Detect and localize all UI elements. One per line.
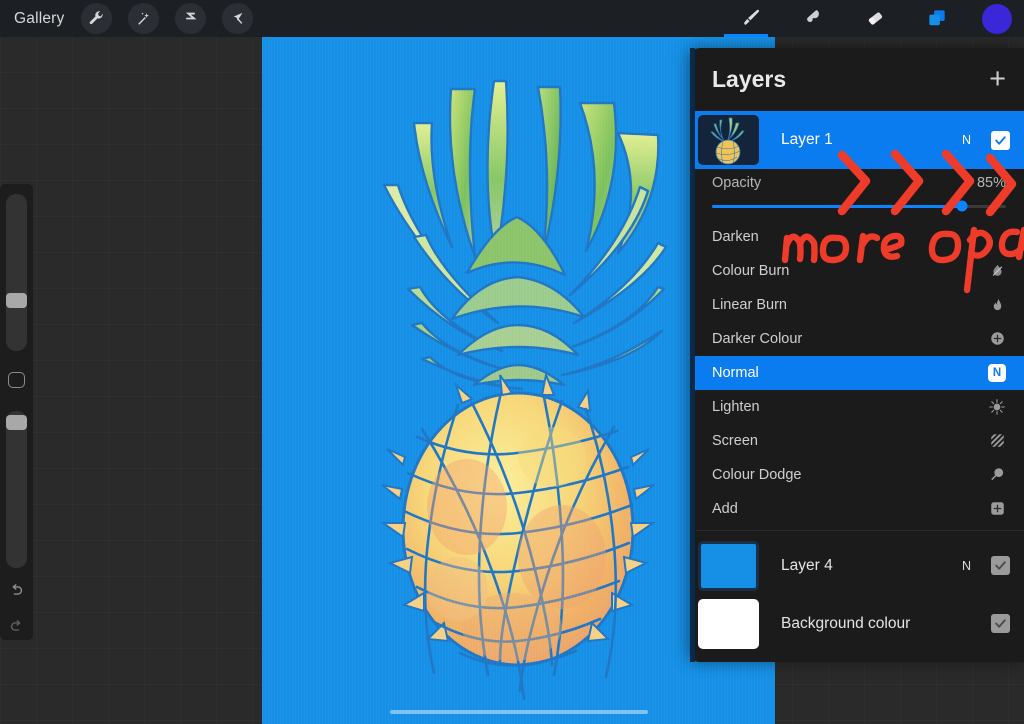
normal-badge-letter: N [988,364,1006,382]
blend-mode-screen[interactable]: Screen [690,424,1024,458]
layer-row-selected[interactable]: Layer 1 N [690,111,1024,169]
blend-mode-darken[interactable]: Darken [690,220,1024,254]
modify-button[interactable] [8,372,25,388]
layer-thumbnail-white[interactable] [698,599,759,649]
layer-blend-badge[interactable]: N [962,559,971,573]
layer-row[interactable]: Layer 4 N [690,537,1024,595]
blend-mode-linear-burn[interactable]: Linear Burn [690,288,1024,322]
layer-thumbnail-pineapple[interactable] [698,115,759,165]
opacity-slider[interactable] [712,205,1006,208]
layer-visibility-checkbox[interactable] [991,614,1010,633]
layer-meta-group: N [962,131,1010,150]
plus-circle-icon [988,330,1006,348]
opacity-value: 85% [977,175,1006,191]
colour-swatch-button[interactable] [982,4,1012,34]
wrench-icon[interactable] [81,3,112,34]
layer-meta-group [991,614,1010,633]
layer-visibility-checkbox[interactable] [991,131,1010,150]
brush-opacity-slider-knob[interactable] [6,415,27,430]
eraser-icon[interactable] [858,4,892,34]
brush-size-slider[interactable] [6,194,27,351]
opacity-header: Opacity 85% [712,175,1006,191]
layers-panel-title: Layers [712,66,786,93]
undo-redo-group [8,582,25,640]
flame-icon [988,296,1006,314]
top-toolbar-left-group: Gallery [0,3,253,34]
blend-mode-lighten[interactable]: Lighten [690,390,1024,424]
blend-mode-label: Add [712,501,738,517]
procreate-app: Gallery [0,0,1024,724]
panel-divider [690,530,1024,531]
paint-tool-active-indicator [724,34,768,37]
brush-opacity-slider[interactable] [6,411,27,568]
layer-visibility-checkbox[interactable] [991,556,1010,575]
left-tool-sidebar [0,184,33,640]
blend-mode-darker-colour[interactable]: Darker Colour [690,322,1024,356]
blend-mode-list: Darken Colour Burn Linear Burn Darker Co… [690,220,1024,526]
opacity-control: Opacity 85% [690,169,1024,208]
layer-name: Background colour [781,615,910,633]
layers-icon[interactable] [920,4,954,34]
sun-icon [988,398,1006,416]
gallery-button[interactable]: Gallery [14,10,65,28]
layer-blend-badge[interactable]: N [962,133,971,147]
home-indicator [390,710,648,714]
opacity-label: Opacity [712,175,761,191]
layers-panel-left-edge [690,48,695,662]
layer-meta-group: N [962,556,1010,575]
other-layers-list: Layer 4 N Background colour [690,537,1024,653]
layer-name: Layer 1 [781,131,833,149]
opacity-slider-fill [712,205,962,208]
magic-wand-icon[interactable] [128,3,159,34]
paintbrush-icon[interactable] [734,0,768,37]
s-curve-icon[interactable] [175,3,206,34]
blend-mode-label: Colour Burn [712,263,789,279]
blend-mode-colour-burn[interactable]: Colour Burn [690,254,1024,288]
blend-mode-label: Screen [712,433,758,449]
blend-mode-colour-dodge[interactable]: Colour Dodge [690,458,1024,492]
magnifier-icon [988,466,1006,484]
blend-mode-label: Darken [712,229,759,245]
arrow-transform-icon[interactable] [222,3,253,34]
layers-panel: Layers + [690,48,1024,662]
blend-mode-label: Normal [712,365,759,381]
layers-panel-header: Layers + [690,48,1024,111]
layer-thumbnail-solid-blue[interactable] [698,541,759,591]
blend-mode-label: Lighten [712,399,760,415]
blend-mode-label: Darker Colour [712,331,802,347]
n-badge-icon: N [988,364,1006,382]
droplet-icon [988,262,1006,280]
top-toolbar-right-group [734,0,1024,37]
blend-mode-label: Linear Burn [712,297,787,313]
layer-row[interactable]: Background colour [690,595,1024,653]
smudge-icon[interactable] [796,4,830,34]
blend-mode-label: Colour Dodge [712,467,801,483]
undo-icon[interactable] [8,582,25,604]
redo-icon[interactable] [8,618,25,640]
add-layer-button[interactable]: + [989,65,1006,94]
opacity-slider-knob[interactable] [956,201,967,212]
brush-size-slider-knob[interactable] [6,293,27,308]
blend-mode-add[interactable]: Add [690,492,1024,526]
hatch-icon [988,432,1006,450]
plus-square-icon [988,500,1006,518]
blend-mode-normal[interactable]: Normal N [690,356,1024,390]
top-toolbar: Gallery [0,0,1024,37]
layer-name: Layer 4 [781,557,833,575]
